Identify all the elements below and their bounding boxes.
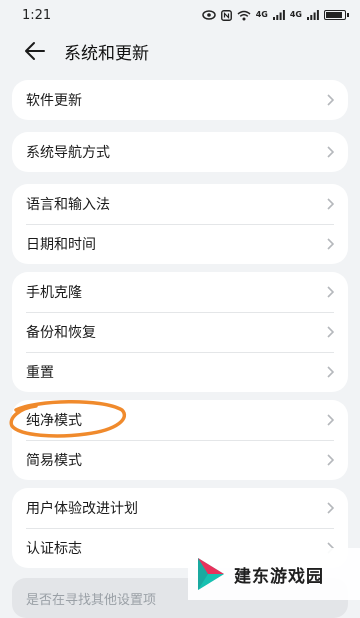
watermark-logo-icon [198, 558, 224, 590]
chevron-right-icon [327, 326, 334, 338]
chevron-right-icon [327, 454, 334, 466]
network-badge-1: 4G [255, 10, 268, 19]
eye-icon [201, 10, 216, 20]
settings-item-software-update[interactable]: 软件更新 [12, 80, 348, 120]
battery-icon [324, 10, 349, 20]
settings-item-reset[interactable]: 重置 [12, 352, 348, 392]
settings-item-label: 认证标志 [26, 541, 82, 557]
back-arrow-icon[interactable] [24, 41, 46, 61]
settings-item-label: 用户体验改进计划 [26, 501, 138, 517]
chevron-right-icon [327, 94, 334, 106]
chevron-right-icon [327, 414, 334, 426]
chevron-right-icon [327, 286, 334, 298]
settings-item-date-time[interactable]: 日期和时间 [12, 224, 348, 264]
settings-item-label: 备份和恢复 [26, 325, 96, 341]
settings-item-label: 纯净模式 [26, 413, 82, 429]
settings-item-label: 简易模式 [26, 453, 82, 469]
header: 系统和更新 [0, 34, 360, 68]
settings-item-user-experience[interactable]: 用户体验改进计划 [12, 488, 348, 528]
settings-item-label: 手机克隆 [26, 285, 82, 301]
settings-item-pure-mode[interactable]: 纯净模式 [12, 400, 348, 440]
nfc-icon [220, 9, 232, 21]
settings-item-label: 日期和时间 [26, 237, 96, 253]
settings-item-label: 系统导航方式 [26, 145, 110, 161]
settings-group-modes: 纯净模式 简易模式 [12, 400, 348, 480]
settings-item-label: 重置 [26, 365, 54, 381]
settings-group-navigation: 系统导航方式 [12, 132, 348, 172]
wifi-icon [237, 10, 251, 20]
settings-item-label: 语言和输入法 [26, 197, 110, 213]
settings-group-language-date: 语言和输入法 日期和时间 [12, 184, 348, 264]
settings-item-simple-mode[interactable]: 简易模式 [12, 440, 348, 480]
network-badge-2: 4G [289, 10, 302, 19]
hint-text: 是否在寻找其他设置项 [26, 592, 157, 608]
status-bar: 1:21 4G 4G [0, 0, 360, 30]
signal-icon-2 [307, 10, 319, 20]
chevron-right-icon [327, 238, 334, 250]
chevron-right-icon [327, 366, 334, 378]
settings-item-system-navigation[interactable]: 系统导航方式 [12, 132, 348, 172]
chevron-right-icon [327, 502, 334, 514]
settings-group-update: 软件更新 [12, 80, 348, 120]
watermark-text: 建东游戏园 [234, 566, 324, 587]
chevron-right-icon [327, 146, 334, 158]
settings-group-backup: 手机克隆 备份和恢复 重置 [12, 272, 348, 392]
watermark: 建东游戏园 [188, 548, 360, 600]
settings-item-phone-clone[interactable]: 手机克隆 [12, 272, 348, 312]
signal-icon [272, 10, 285, 20]
chevron-right-icon [327, 198, 334, 210]
status-icons: 4G 4G [201, 9, 349, 21]
settings-item-label: 软件更新 [26, 93, 82, 109]
settings-item-backup-restore[interactable]: 备份和恢复 [12, 312, 348, 352]
status-time: 1:21 [22, 7, 52, 23]
page-title: 系统和更新 [64, 43, 149, 64]
settings-item-language-input[interactable]: 语言和输入法 [12, 184, 348, 224]
